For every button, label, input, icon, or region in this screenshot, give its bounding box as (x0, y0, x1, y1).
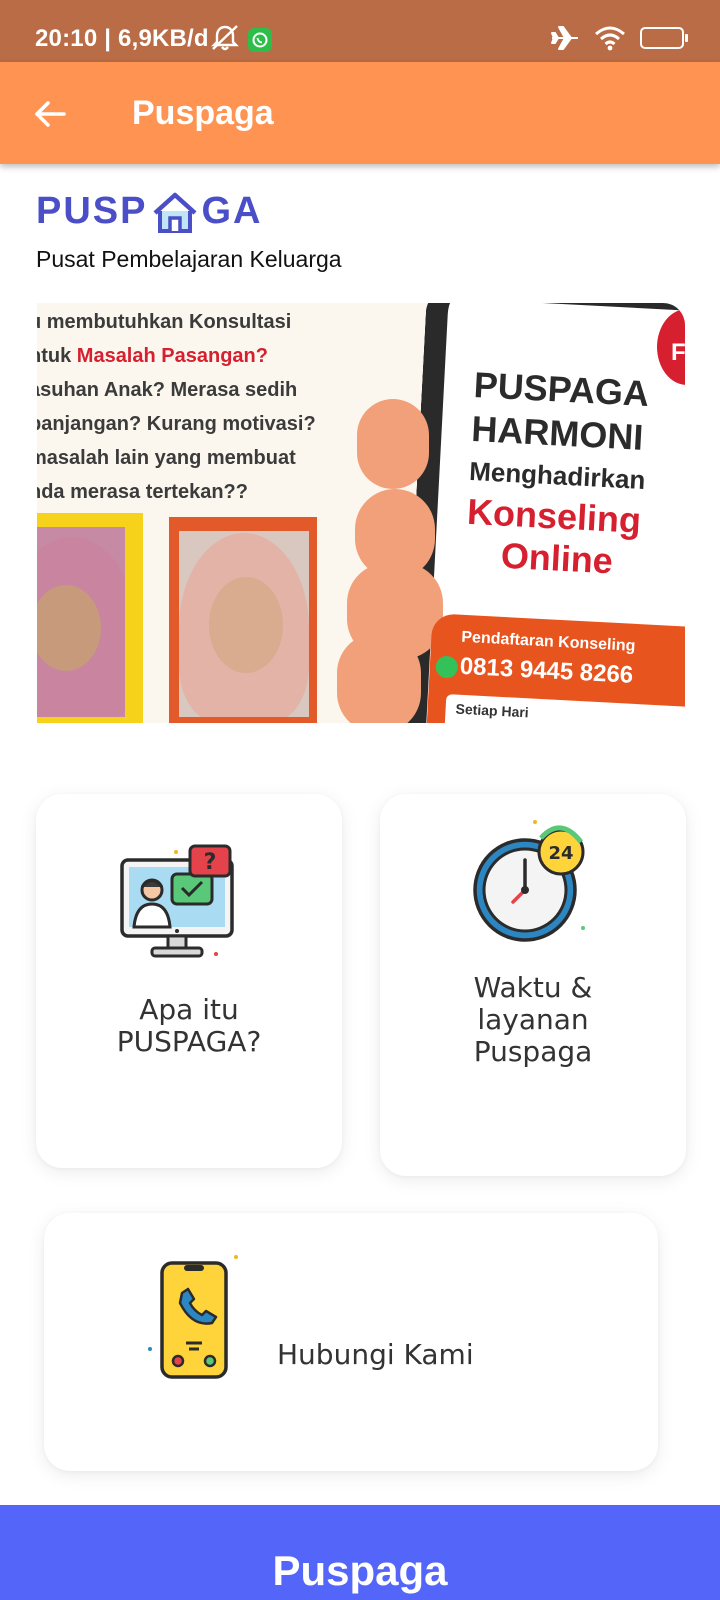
promo-banner[interactable]: u membutuhkan Konsultasi ntuk Masalah Pa… (37, 303, 685, 723)
logo-text-right: GA (201, 190, 263, 232)
banner-line: asuhan Anak? Merasa sedih (37, 379, 298, 401)
banner-line: u membutuhkan Konsultasi (37, 311, 292, 333)
contact-card[interactable]: Hubungi Kami (44, 1213, 658, 1471)
whatsapp-icon (248, 28, 272, 52)
contact-card-label: Hubungi Kami (277, 1338, 474, 1371)
banner-line: panjangan? Kurang motivasi? (37, 413, 316, 435)
counselor-photo-1 (37, 513, 143, 723)
bottom-bar: Puspaga (0, 1505, 720, 1600)
hand-finger (337, 633, 421, 723)
about-card-label: Apa itu PUSPAGA? (116, 993, 262, 1058)
banner-registration: Pendaftaran Konseling 0813 9445 8266 Set… (425, 613, 685, 723)
airplane-icon (551, 26, 578, 50)
clock-24-icon: 24 (473, 820, 585, 942)
app-bar: Puspaga (0, 62, 720, 164)
puspaga-logo: PUSP GA (36, 190, 262, 233)
wifi-icon (595, 26, 625, 51)
registration-phone: 0813 9445 8266 (459, 652, 634, 689)
registration-footer: Setiap Hari (444, 694, 685, 723)
consultation-monitor-icon: ? (120, 844, 234, 958)
svg-text:24: 24 (548, 843, 573, 864)
house-icon (153, 192, 197, 233)
banner-headline: PUSPAGA HARMONI Menghadirkan Konseling O… (464, 363, 685, 588)
banner-line: masalah lain yang membuat (37, 447, 296, 469)
battery-level: 89 (654, 30, 670, 45)
about-card[interactable]: ? Apa itu PUSPAGA? (36, 794, 342, 1168)
logo-tagline: Pusat Pembelajaran Keluarga (36, 246, 342, 272)
phone-call-icon (148, 1255, 238, 1379)
banner-line: ntuk Masalah Pasangan? (37, 345, 268, 367)
screen: 20:10 | 6,9KB/d 89 Puspaga PUSP GA Pusat… (0, 0, 720, 1600)
registration-label: Pendaftaran Konseling (460, 628, 636, 655)
battery-icon: 89 (640, 27, 688, 49)
mute-icon (211, 25, 239, 51)
status-right-icons: 89 (550, 24, 688, 52)
back-button[interactable] (30, 94, 70, 134)
arrow-left-icon (35, 101, 66, 127)
status-bar: 20:10 | 6,9KB/d 89 (0, 0, 720, 62)
bottom-title: Puspaga (272, 1547, 448, 1594)
svg-text:?: ? (204, 850, 217, 875)
whatsapp-icon (435, 655, 459, 679)
hours-card[interactable]: 24 Waktu & layanan Puspaga (380, 794, 686, 1176)
status-time: 20:10 | 6,9KB/d (35, 25, 209, 52)
counselor-photo-2 (169, 517, 317, 723)
logo-text-left: PUSP (36, 190, 148, 232)
banner-line: nda merasa tertekan?? (37, 481, 248, 503)
hand-finger (357, 399, 429, 489)
hours-card-label: Waktu & layanan Puspaga (473, 971, 593, 1068)
banner-question-text: u membutuhkan Konsultasi ntuk Masalah Pa… (37, 305, 389, 509)
page-title: Puspaga (132, 94, 274, 132)
